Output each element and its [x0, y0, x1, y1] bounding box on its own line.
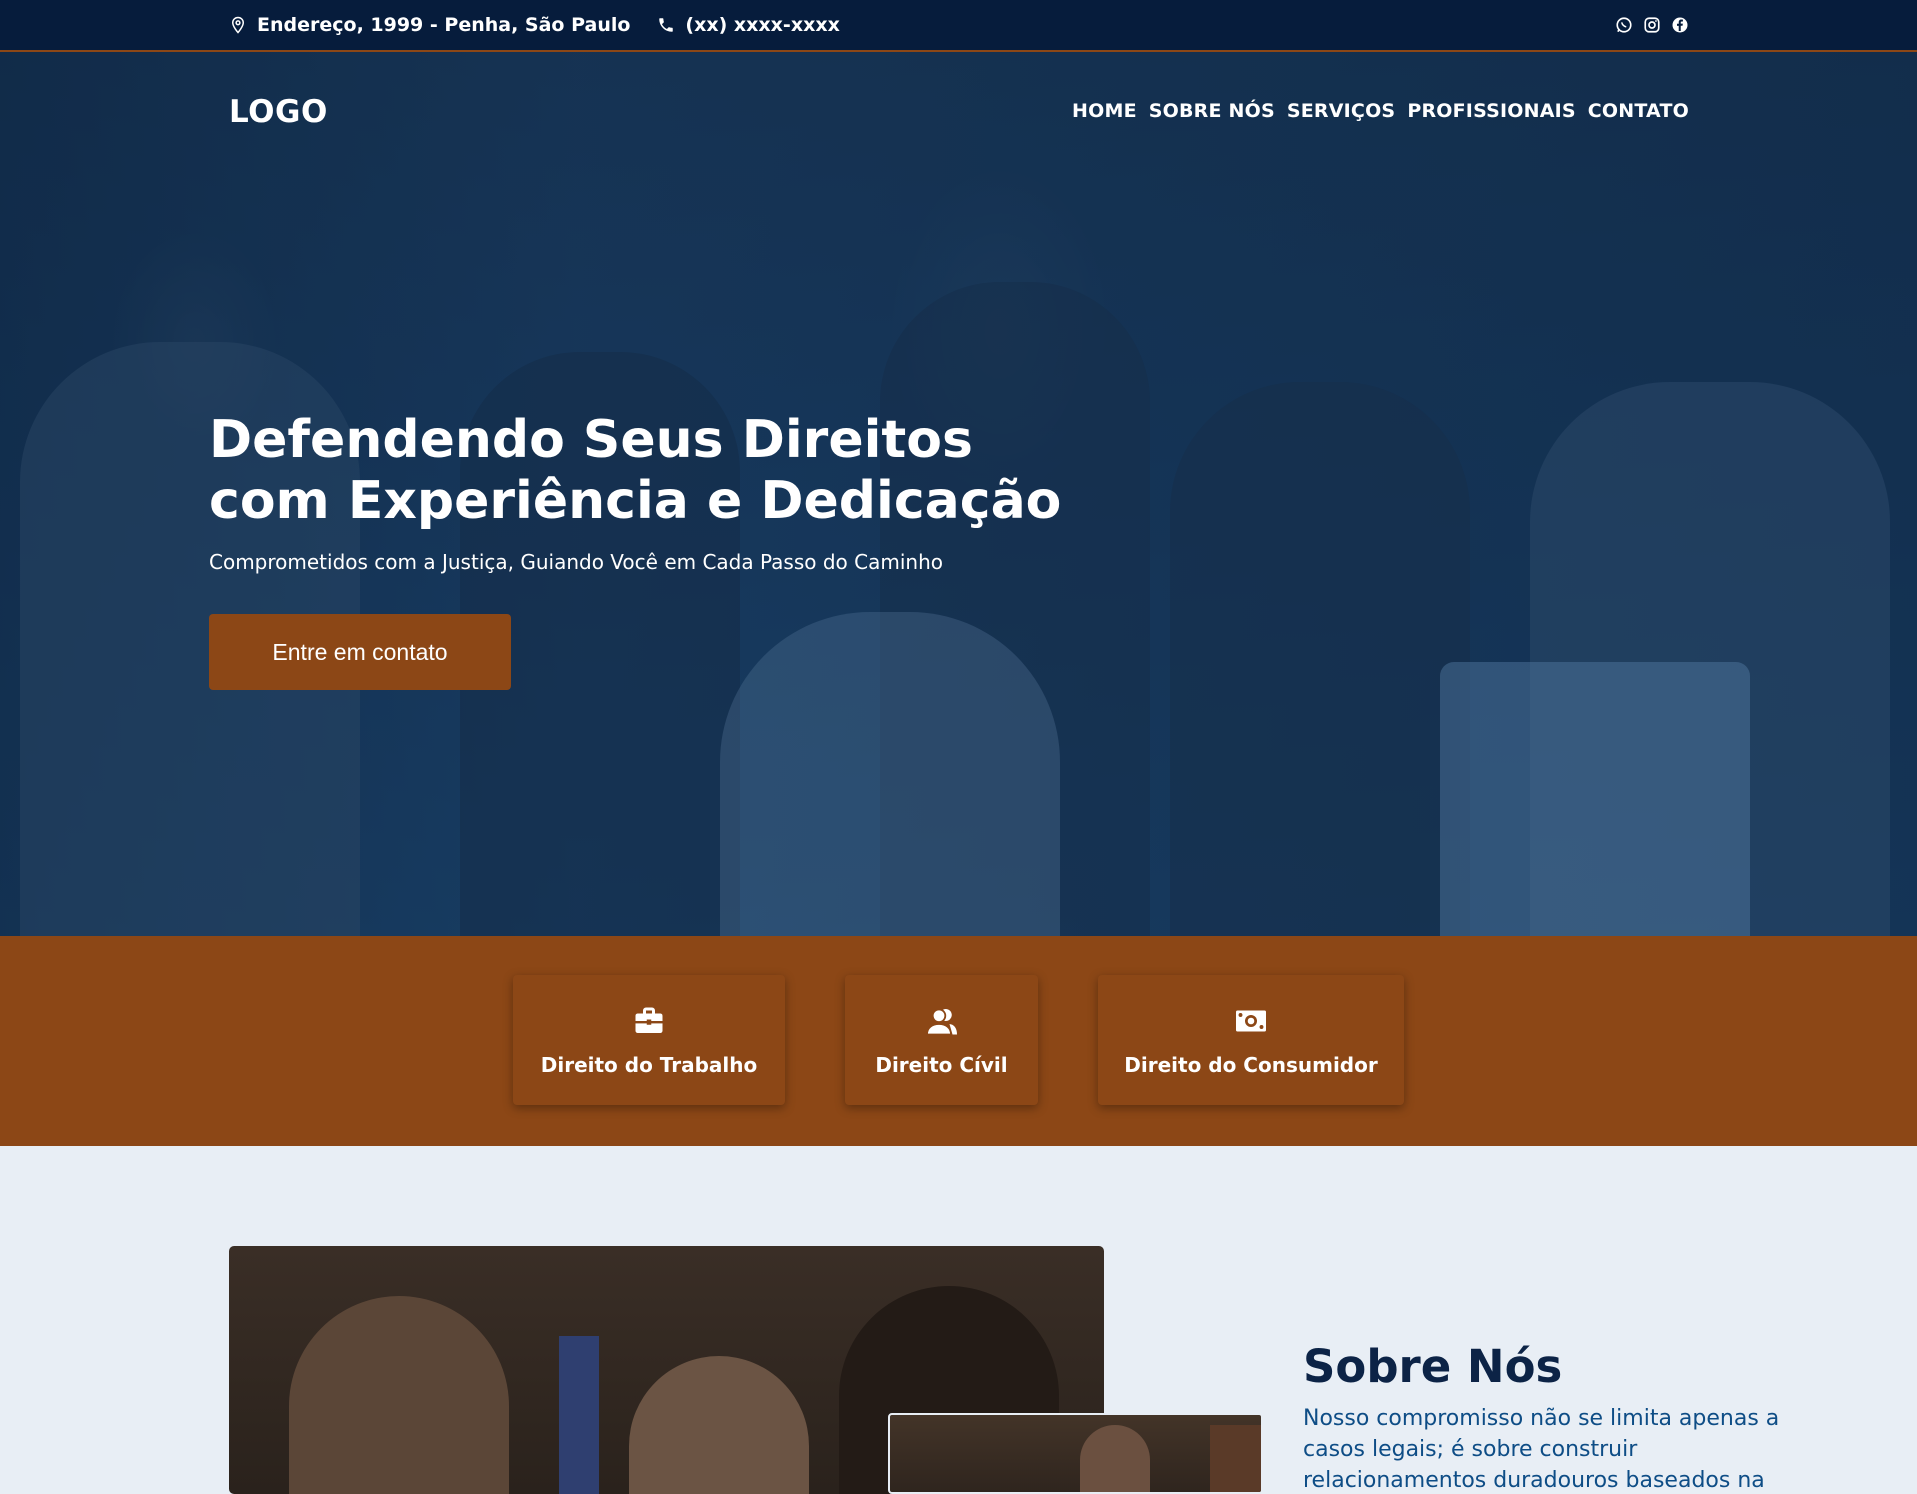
- hero-subheadline: Comprometidos com a Justiça, Guiando Voc…: [209, 550, 943, 574]
- main-nav: HOME SOBRE NÓS SERVIÇOS PROFISSIONAIS CO…: [1072, 100, 1689, 122]
- services-section: Direito do Trabalho Direito Cívil Direit…: [0, 936, 1917, 1146]
- facebook-icon[interactable]: [1671, 16, 1689, 34]
- nav-profissionais[interactable]: PROFISSIONAIS: [1407, 100, 1575, 122]
- social-links: [1615, 16, 1689, 34]
- contact-info: Endereço, 1999 - Penha, São Paulo (xx) x…: [229, 14, 867, 36]
- nav-contato[interactable]: CONTATO: [1588, 100, 1689, 122]
- top-bar: Endereço, 1999 - Penha, São Paulo (xx) x…: [0, 0, 1917, 52]
- phone-text: (xx) xxxx-xxxx: [685, 14, 840, 36]
- location-pin-icon: [231, 16, 245, 34]
- logo[interactable]: LOGO: [229, 94, 328, 130]
- users-icon: [925, 1008, 957, 1036]
- person-silhouette: [629, 1356, 809, 1494]
- service-label: Direito Cívil: [875, 1053, 1008, 1077]
- phone-item: (xx) xxxx-xxxx: [657, 14, 840, 36]
- nav-home[interactable]: HOME: [1072, 100, 1137, 122]
- service-card-civil[interactable]: Direito Cívil: [845, 975, 1038, 1105]
- address-text: Endereço, 1999 - Penha, São Paulo: [257, 14, 631, 36]
- phone-icon: [659, 18, 674, 32]
- service-label: Direito do Trabalho: [540, 1053, 758, 1077]
- about-secondary-image: [888, 1413, 1263, 1494]
- nav-servicos[interactable]: SERVIÇOS: [1287, 100, 1395, 122]
- about-title: Sobre Nós: [1303, 1340, 1563, 1393]
- person-silhouette: [289, 1296, 509, 1494]
- briefcase-icon: [635, 1007, 663, 1033]
- money-icon: [1236, 1010, 1266, 1032]
- hero-headline: Defendendo Seus Direitos com Experiência…: [209, 410, 1062, 531]
- bookshelf-shape: [1210, 1425, 1261, 1492]
- person-silhouette: [1080, 1425, 1150, 1492]
- service-label: Direito do Consumidor: [1124, 1053, 1378, 1077]
- nav-sobre-nos[interactable]: SOBRE NÓS: [1149, 100, 1275, 122]
- instagram-icon[interactable]: [1643, 16, 1661, 34]
- contact-button[interactable]: Entre em contato: [209, 614, 511, 690]
- hero-section: LOGO HOME SOBRE NÓS SERVIÇOS PROFISSIONA…: [0, 52, 1917, 936]
- whatsapp-icon[interactable]: [1615, 16, 1633, 34]
- service-card-trabalho[interactable]: Direito do Trabalho: [513, 975, 785, 1105]
- address-item: Endereço, 1999 - Penha, São Paulo: [229, 14, 630, 36]
- service-card-consumidor[interactable]: Direito do Consumidor: [1098, 975, 1404, 1105]
- flag-shape: [559, 1336, 599, 1494]
- about-text: Nosso compromisso não se limita apenas a…: [1303, 1406, 1780, 1493]
